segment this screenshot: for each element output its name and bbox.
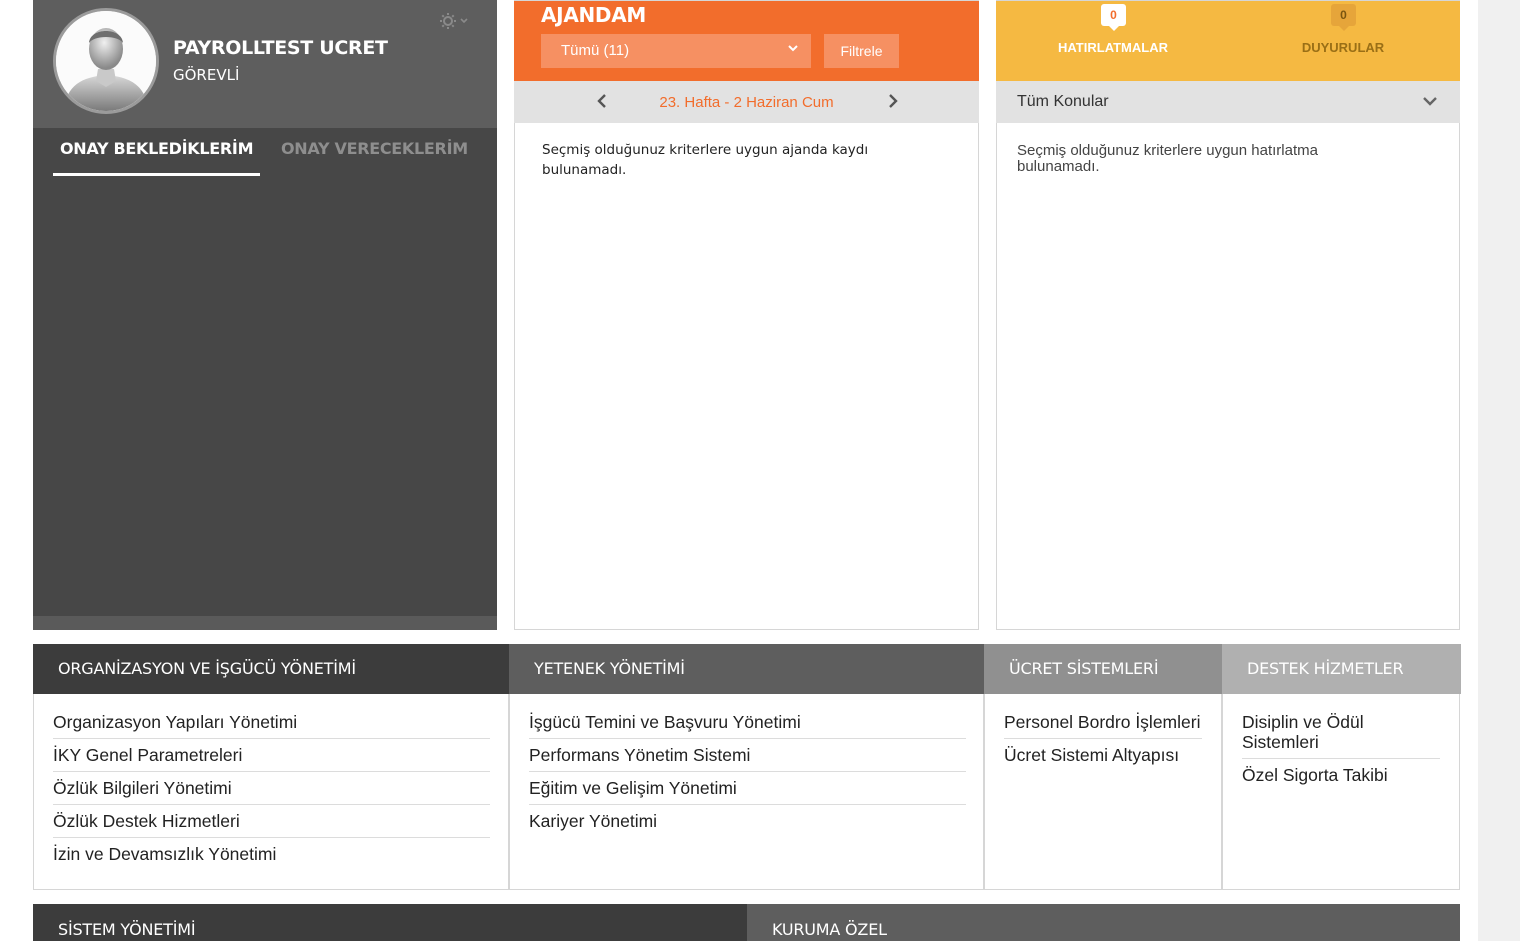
module-link[interactable]: Performans Yönetim Sistemi	[529, 739, 966, 772]
profile-name: PAYROLLTEST UCRET	[173, 37, 388, 59]
week-label: 23. Hafta - 2 Haziran Cum	[659, 94, 834, 111]
module-link[interactable]: Disiplin ve Ödül Sistemleri	[1242, 706, 1440, 759]
user-silhouette-icon	[56, 11, 156, 111]
module-organizasyon: ORGANİZASYON VE İŞGÜCÜ YÖNETİMİ Organiza…	[33, 644, 509, 890]
module-link[interactable]: İşgücü Temini ve Başvuru Yönetimi	[529, 706, 966, 739]
module-link[interactable]: Personel Bordro İşlemleri	[1004, 706, 1202, 739]
module-link[interactable]: Özel Sigorta Takibi	[1242, 759, 1440, 791]
module-link[interactable]: İKY Genel Parametreleri	[53, 739, 490, 772]
chevron-left-icon	[597, 94, 606, 108]
module-ucret: ÜCRET SİSTEMLERİ Personel Bordro İşlemle…	[984, 644, 1223, 890]
reminder-count-badge: 0	[1101, 4, 1126, 31]
tab-onay-bekledikleri[interactable]: ONAY BEKLEDİKLERİM	[53, 139, 261, 176]
reminders-header: 0 HATIRLATMALAR 0 DUYURULAR	[996, 1, 1460, 81]
next-week-button[interactable]	[880, 89, 904, 113]
tab-onay-verecekleri[interactable]: ONAY VERECEKLERİM	[281, 139, 468, 158]
module-link-list: İşgücü Temini ve Başvuru Yönetimi Perfor…	[529, 706, 966, 837]
agenda-filter-select[interactable]: Tümü (11)	[541, 34, 811, 68]
agenda-panel: AJANDAM Tümü (11) Filtrele 23. Hafta - 2…	[514, 0, 979, 630]
module-link[interactable]: İzin ve Devamsızlık Yönetimi	[53, 838, 490, 870]
tab-duyurular-label: DUYURULAR	[1301, 40, 1385, 55]
chevron-down-icon	[787, 42, 799, 57]
reminders-empty-message: Seçmiş olduğunuz kriterlere uygun hatırl…	[1017, 142, 1318, 175]
module-link[interactable]: Özlük Bilgileri Yönetimi	[53, 772, 490, 805]
profile-role: GÖREVLİ	[173, 66, 240, 84]
module-title: ORGANİZASYON VE İŞGÜCÜ YÖNETİMİ	[33, 644, 509, 694]
module-title: YETENEK YÖNETİMİ	[509, 644, 985, 694]
profile-footer	[33, 616, 497, 630]
profile-panel: PAYROLLTEST UCRET GÖREVLİ ONAY BEKLEDİKL…	[33, 0, 497, 630]
module-link[interactable]: Kariyer Yönetimi	[529, 805, 966, 837]
module-link[interactable]: Özlük Destek Hizmetleri	[53, 805, 490, 838]
scrollbar-track[interactable]	[1478, 0, 1520, 941]
chevron-right-icon	[889, 94, 898, 108]
dashboard-page: PAYROLLTEST UCRET GÖREVLİ ONAY BEKLEDİKL…	[0, 0, 1520, 941]
module-link-list: Disiplin ve Ödül Sistemleri Özel Sigorta…	[1242, 706, 1440, 791]
week-navigator: 23. Hafta - 2 Haziran Cum	[514, 81, 979, 123]
settings-menu-button[interactable]	[438, 10, 472, 32]
module-link[interactable]: Organizasyon Yapıları Yönetimi	[53, 706, 490, 739]
reminders-panel: 0 HATIRLATMALAR 0 DUYURULAR Tüm Konular …	[996, 0, 1460, 630]
gear-icon	[440, 13, 468, 29]
section-sistem-yonetimi[interactable]: SİSTEM YÖNETİMİ	[33, 904, 747, 941]
module-link[interactable]: Ücret Sistemi Altyapısı	[1004, 739, 1202, 771]
module-link-list: Organizasyon Yapıları Yönetimi İKY Genel…	[53, 706, 490, 870]
module-destek: DESTEK HİZMETLER Disiplin ve Ödül Sistem…	[1222, 644, 1461, 890]
agenda-header: AJANDAM Tümü (11) Filtrele	[514, 1, 979, 81]
topic-select-value: Tüm Konular	[1017, 93, 1109, 110]
avatar[interactable]	[53, 8, 159, 114]
module-title: DESTEK HİZMETLER	[1222, 644, 1461, 694]
module-link-list: Personel Bordro İşlemleri Ücret Sistemi …	[1004, 706, 1202, 771]
filter-button[interactable]: Filtrele	[824, 34, 899, 68]
agenda-title: AJANDAM	[541, 3, 647, 27]
tab-hatirlatmalar-label: HATIRLATMALAR	[1058, 40, 1168, 55]
topic-select[interactable]: Tüm Konular	[996, 81, 1460, 123]
module-yetenek: YETENEK YÖNETİMİ İşgücü Temini ve Başvur…	[509, 644, 985, 890]
agenda-empty-message: Seçmiş olduğunuz kriterlere uygun ajanda…	[542, 142, 869, 178]
announcement-count-badge: 0	[1331, 4, 1356, 31]
module-title: ÜCRET SİSTEMLERİ	[984, 644, 1223, 694]
profile-header: PAYROLLTEST UCRET GÖREVLİ	[33, 0, 497, 128]
agenda-filter-value: Tümü (11)	[561, 42, 630, 59]
tab-duyurular[interactable]: 0 DUYURULAR	[1243, 1, 1443, 81]
module-link[interactable]: Eğitim ve Gelişim Yönetimi	[529, 772, 966, 805]
section-kuruma-ozel[interactable]: KURUMA ÖZEL	[747, 904, 1460, 941]
tab-hatirlatmalar[interactable]: 0 HATIRLATMALAR	[1013, 1, 1213, 81]
previous-week-button[interactable]	[591, 89, 615, 113]
chevron-down-icon	[1420, 91, 1440, 111]
